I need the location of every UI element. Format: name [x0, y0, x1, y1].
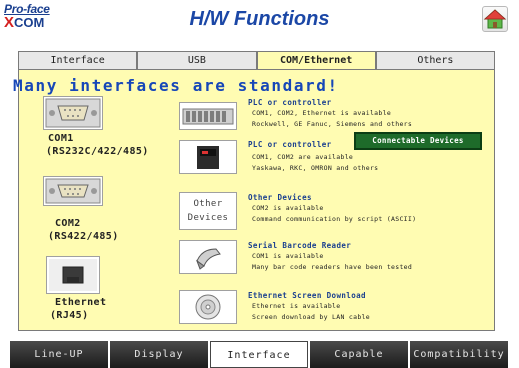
- item-desc-line: Rockwell, GE Fanuc, Siemens and others: [252, 120, 413, 128]
- com1-label-line1: COM1: [48, 133, 74, 144]
- item-plc-controller-1-title: PLC or controller: [248, 98, 332, 107]
- home-icon: [483, 9, 507, 29]
- tab-com-ethernet[interactable]: COM/Ethernet: [256, 51, 376, 71]
- item-desc-line: Command communication by script (ASCII): [252, 215, 417, 223]
- tab-others[interactable]: Others: [375, 51, 495, 69]
- connectable-devices-button[interactable]: Connectable Devices: [354, 132, 482, 150]
- other-box-line2: Devices: [187, 213, 229, 223]
- nav-compatibility-button[interactable]: Compatibility: [410, 341, 508, 368]
- other-devices-box: Other Devices: [179, 192, 237, 230]
- item-desc-line: Ethernet is available: [252, 302, 341, 310]
- rj45-connector-icon: [49, 259, 97, 291]
- com2-port-image: [43, 176, 103, 206]
- tab-interface[interactable]: Interface: [18, 51, 138, 69]
- page-title: H/W Functions: [189, 8, 330, 30]
- barcode-scanner-icon: [195, 248, 221, 270]
- ethernet-label: Ethernet (RJ45): [50, 296, 106, 322]
- ethernet-port-image: [46, 256, 100, 294]
- item-desc-line: COM1, COM2, Ethernet is available: [252, 109, 392, 117]
- plc-rack-icon: [182, 108, 234, 125]
- screen-download-image: [179, 290, 237, 324]
- ethernet-label-line1: Ethernet: [55, 297, 107, 308]
- item-barcode-reader-title: Serial Barcode Reader: [248, 241, 352, 250]
- nav-interface-button[interactable]: Interface: [210, 341, 308, 368]
- com2-label-line1: COM2: [55, 218, 81, 229]
- nav-line-up-button[interactable]: Line-UP: [10, 341, 108, 368]
- item-plc-controller-2-title: PLC or controller: [248, 140, 332, 149]
- item-barcode-reader-desc: COM1 is available Many bar code readers …: [252, 251, 412, 273]
- item-other-devices-desc: COM2 is available Command communication …: [252, 203, 416, 225]
- bottom-nav: Line-UP Display Interface Capable Compat…: [0, 341, 519, 368]
- item-desc-line: COM1 is available: [252, 252, 324, 260]
- item-other-devices-title: Other Devices: [248, 193, 312, 202]
- item-plc-controller-2-desc: COM1, COM2 are available Yaskawa, RKC, O…: [252, 152, 378, 174]
- ethernet-label-line2: (RJ45): [50, 310, 89, 321]
- controller-icon: [197, 146, 219, 169]
- item-desc-line: Screen download by LAN cable: [252, 313, 370, 321]
- item-screen-download-desc: Ethernet is available Screen download by…: [252, 301, 370, 323]
- com1-label-line2: (RS232C/422/485): [46, 146, 149, 157]
- db9-connector-icon: [45, 98, 101, 128]
- item-desc-line: COM1, COM2 are available: [252, 153, 354, 161]
- tab-bar: Interface USB COM/Ethernet Others: [18, 51, 495, 71]
- db9-connector-icon: [45, 178, 101, 204]
- com1-port-image: [43, 96, 103, 130]
- other-box-line1: Other: [193, 199, 223, 209]
- controller-image: [179, 140, 237, 174]
- com1-label: COM1 (RS232C/422/485): [46, 132, 149, 158]
- cd-disc-icon: [195, 294, 221, 320]
- headline: Many interfaces are standard!: [13, 76, 339, 95]
- item-desc-line: COM2 is available: [252, 204, 324, 212]
- nav-capable-button[interactable]: Capable: [310, 341, 408, 368]
- item-plc-controller-1-desc: COM1, COM2, Ethernet is available Rockwe…: [252, 108, 412, 130]
- com2-label: COM2 (RS422/485): [48, 217, 119, 243]
- tab-usb[interactable]: USB: [137, 51, 257, 69]
- item-screen-download-title: Ethernet Screen Download: [248, 291, 366, 300]
- plc-rack-image: [179, 102, 237, 130]
- nav-display-button[interactable]: Display: [110, 341, 208, 368]
- barcode-reader-image: [179, 240, 237, 274]
- item-desc-line: Many bar code readers have been tested: [252, 263, 413, 271]
- com2-label-line2: (RS422/485): [48, 231, 119, 242]
- item-desc-line: Yaskawa, RKC, OMRON and others: [252, 164, 379, 172]
- home-button[interactable]: [482, 6, 508, 32]
